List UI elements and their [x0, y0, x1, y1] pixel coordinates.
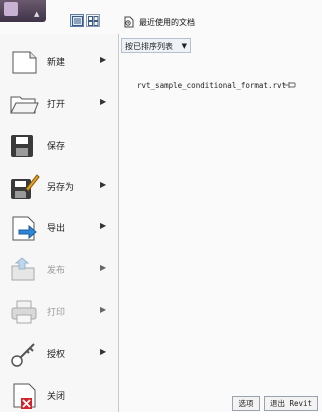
recent-documents-icon	[124, 16, 134, 28]
application-button[interactable]: ▲	[0, 0, 46, 22]
menu-item-license[interactable]: 授权 ▶	[0, 334, 118, 374]
menu-label-save: 保存	[47, 142, 66, 152]
recent-documents-title: 最近使用的文档	[139, 17, 195, 27]
save-as-icon	[11, 174, 40, 199]
submenu-arrow-icon: ▶	[100, 180, 107, 189]
menu-item-close[interactable]: 关闭	[0, 376, 118, 416]
pin-icon[interactable]	[283, 80, 297, 90]
submenu-arrow-icon: ▶	[100, 347, 107, 356]
menu-label-close: 关闭	[47, 392, 66, 402]
menu-item-export[interactable]: 导出 ▶	[0, 208, 118, 248]
chevron-down-icon: ▼	[181, 42, 187, 50]
application-menu: ▲ 新建 ▶ 打开 ▶ 保存 另存为 ▶ 导出 ▶ 发布 ▶ 打印 ▶ 授权 ▶…	[0, 0, 322, 412]
menu-label-license: 授权	[47, 350, 66, 360]
submenu-arrow-icon: ▶	[100, 263, 107, 272]
recent-file-item[interactable]: rvt_sample_conditional_format.rvt	[137, 81, 286, 90]
command-menu: 新建 ▶ 打开 ▶ 保存 另存为 ▶ 导出 ▶ 发布 ▶ 打印 ▶ 授权 ▶ 关…	[0, 34, 119, 412]
recent-list-view-icon[interactable]	[70, 14, 84, 27]
close-document-icon	[13, 383, 36, 409]
menu-label-save-as: 另存为	[47, 183, 75, 193]
save-disk-icon	[11, 135, 33, 157]
publish-icon	[11, 257, 35, 281]
license-key-icon	[11, 343, 35, 367]
exit-revit-button[interactable]: 退出 Revit	[264, 396, 318, 411]
new-document-icon	[12, 51, 37, 74]
recent-documents-header: 最近使用的文档	[123, 16, 195, 28]
caret-down-icon: ▲	[34, 10, 40, 18]
submenu-arrow-icon: ▶	[100, 97, 107, 106]
menu-item-print: 打印 ▶	[0, 292, 118, 332]
menu-item-publish: 发布 ▶	[0, 250, 118, 290]
menu-item-save-as[interactable]: 另存为 ▶	[0, 167, 118, 207]
app-menu-icon	[4, 2, 18, 16]
menu-label-publish: 发布	[47, 266, 66, 276]
sort-order-dropdown[interactable]: 按已排序列表 ▼	[121, 38, 191, 53]
open-folder-icon	[10, 96, 39, 114]
print-icon	[11, 300, 37, 324]
menu-item-save[interactable]: 保存	[0, 126, 118, 166]
submenu-arrow-icon: ▶	[100, 55, 107, 64]
submenu-arrow-icon: ▶	[100, 221, 107, 230]
menu-label-print: 打印	[47, 308, 66, 318]
options-button[interactable]: 选项	[232, 396, 260, 411]
menu-label-export: 导出	[47, 224, 66, 234]
submenu-arrow-icon: ▶	[100, 305, 107, 314]
sort-order-value: 按已排序列表	[125, 42, 173, 51]
recent-view-toggles	[70, 14, 100, 27]
menu-item-new[interactable]: 新建 ▶	[0, 42, 118, 82]
menu-item-open[interactable]: 打开 ▶	[0, 84, 118, 124]
export-icon	[12, 216, 37, 241]
menu-label-new: 新建	[47, 58, 66, 68]
recent-thumb-view-icon[interactable]	[86, 14, 100, 27]
menu-label-open: 打开	[47, 100, 66, 110]
